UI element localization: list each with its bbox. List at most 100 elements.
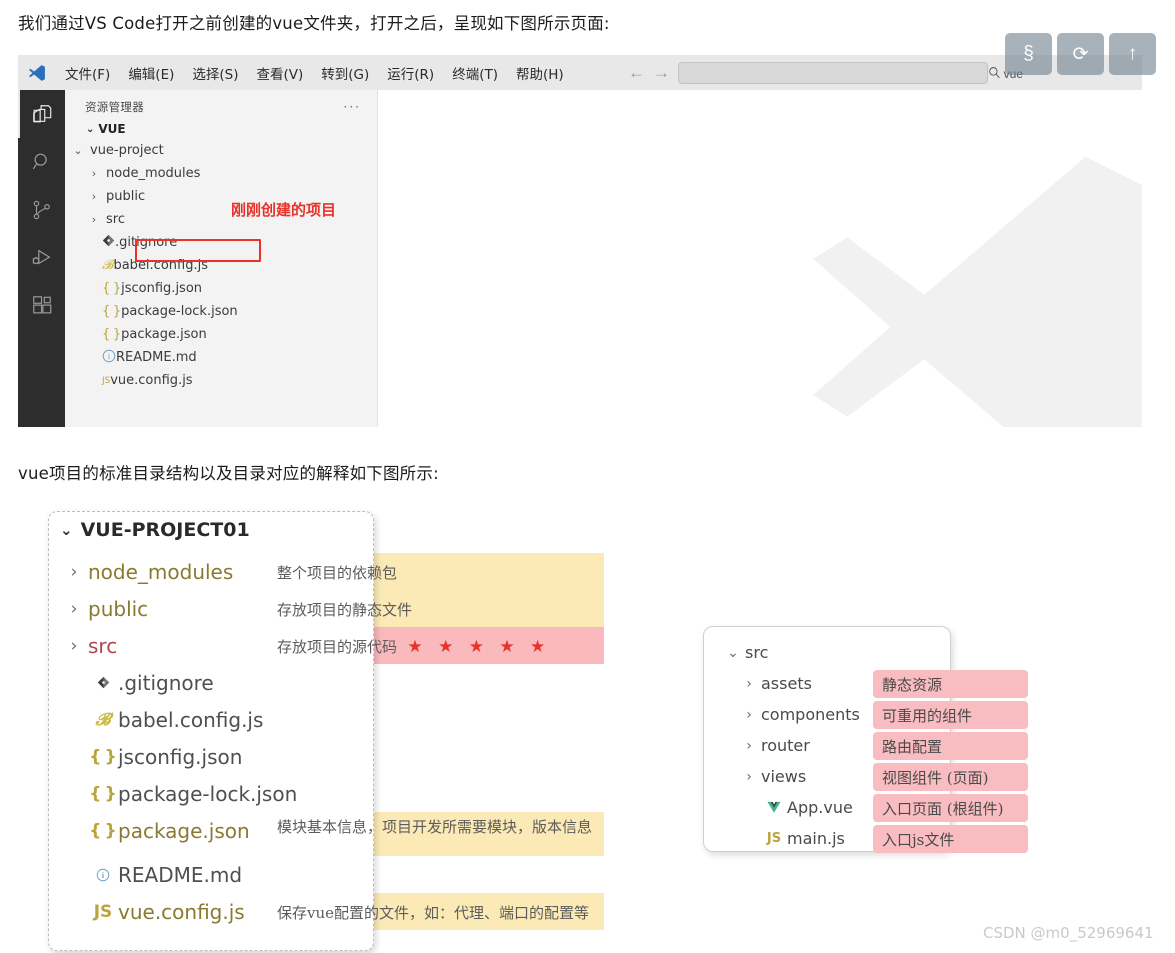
src-row[interactable]: JS main.js [721,823,845,854]
json-icon: { } [102,304,122,319]
directory-row[interactable]: › src [60,627,118,664]
menu-terminal[interactable]: 终端(T) [443,63,507,83]
directory-row[interactable]: { } package-lock.json [60,775,297,812]
vscode-logo-watermark [772,112,1142,427]
directory-row[interactable]: { } package.json [60,812,250,849]
tree-row-label: package-lock.json [121,304,238,319]
src-row-label: src [745,643,769,662]
directory-row-label: node_modules [88,559,234,584]
directory-row-label: public [88,596,149,621]
chevron-right-icon: › [91,213,97,226]
explorer-icon[interactable] [18,90,65,138]
directory-row[interactable]: .gitignore [60,664,214,701]
src-row-tag: 入口页面 (根组件) [873,794,1028,822]
directory-panel-title: ⌄ VUE-PROJECT01 [60,519,250,541]
section-button[interactable]: § [1005,33,1052,75]
vscode-window-screenshot: 文件(F) 编辑(E) 选择(S) 查看(V) 转到(G) 运行(R) 终端(T… [18,55,1142,427]
src-row[interactable]: › assets [721,668,812,699]
menu-run[interactable]: 运行(R) [378,63,443,83]
vue-icon [761,801,787,814]
menu-go[interactable]: 转到(G) [312,63,378,83]
explorer-title: 资源管理器 [85,100,144,114]
description-text: 整个项目的依赖包 [277,564,398,582]
tree-row[interactable]: 𝓑babel.config.js [65,254,377,277]
directory-row[interactable]: › public [60,590,149,627]
vscode-explorer-sidebar: 资源管理器 ··· ⌄ VUE ⌄ vue-project › node_module… [65,90,378,427]
src-row[interactable]: › views [721,761,806,792]
tree-row[interactable]: › node_modules [65,162,377,185]
tree-row[interactable]: .gitignore [65,231,377,254]
chevron-right-icon: › [746,737,752,754]
babel-icon: 𝓑 [95,709,111,730]
src-row-label: router [761,736,810,755]
src-row-label: assets [761,674,812,693]
src-row-tag: 视图组件 (页面) [873,763,1028,791]
menu-view[interactable]: 查看(V) [248,63,313,83]
directory-row-label: package-lock.json [118,781,298,806]
tree-row[interactable]: { } jsconfig.json [65,277,377,300]
chevron-right-icon: › [746,706,752,723]
source-control-icon[interactable] [18,186,65,234]
info-icon: i [88,868,118,882]
src-row[interactable]: › router [721,730,810,761]
search-icon[interactable] [18,138,65,186]
chevron-right-icon: › [746,768,752,785]
src-row-tag: 可重用的组件 [873,701,1028,729]
json-icon: { } [89,820,117,841]
explorer-root-folder[interactable]: ⌄ VUE [65,119,377,139]
src-row-label: views [761,767,807,786]
vscode-file-tree: ⌄ vue-project › node_modules › public › src .git… [65,139,377,392]
directory-row[interactable]: { } jsconfig.json [60,738,242,775]
tree-row[interactable]: ⌄ vue-project [65,139,377,162]
json-icon: { } [102,281,122,296]
directory-row[interactable]: 𝓑babel.config.js [60,701,264,738]
src-row[interactable]: ⌄ src [721,637,768,668]
refresh-button[interactable]: ⟳ [1057,33,1104,75]
js-icon: JS [93,901,113,922]
tree-row[interactable]: { } package.json [65,323,377,346]
svg-text:i: i [102,871,105,880]
tree-row-label: README.md [116,350,197,365]
back-arrow-icon[interactable]: ← [628,64,645,81]
explorer-more-icon[interactable]: ··· [344,100,361,114]
src-tag-text: 入口js文件 [882,830,955,849]
vscode-logo-icon [18,63,56,83]
menu-selection[interactable]: 选择(S) [183,63,247,83]
tree-row-label: babel.config.js [113,258,208,273]
tree-row[interactable]: { } package-lock.json [65,300,377,323]
vscode-menubar: 文件(F) 编辑(E) 选择(S) 查看(V) 转到(G) 运行(R) 终端(T… [18,55,1142,90]
tree-row-label: .gitignore [115,235,178,250]
scroll-top-button[interactable]: ↑ [1109,33,1156,75]
directory-row-label: jsconfig.json [118,744,243,769]
src-row-tag: 路由配置 [873,732,1028,760]
directory-row-label: .gitignore [118,670,214,695]
directory-row[interactable]: JS vue.config.js [60,893,245,930]
svg-text:i: i [108,352,111,361]
chevron-down-icon: ⌄ [86,123,95,135]
src-row[interactable]: › components [721,699,860,730]
directory-row-description: 模块基本信息，项目开发所需要模块，版本信息 [277,816,597,837]
description-text: 存放项目的源代码 [277,638,398,656]
command-center-input[interactable]: vue [678,61,1023,84]
chevron-right-icon: › [91,190,97,203]
menu-file[interactable]: 文件(F) [56,63,119,83]
src-row-label: App.vue [787,798,853,817]
src-structure-diagram: 静态资源 可重用的组件 路由配置 视图组件 (页面) 入口页面 (根组件) 入口js文件 … [703,626,1033,858]
json-icon: { } [102,327,122,342]
src-row-tag: 静态资源 [873,670,1028,698]
tree-row[interactable]: JS vue.config.js [65,369,377,392]
extensions-icon[interactable] [18,282,65,330]
chevron-down-icon: ⌄ [73,144,83,157]
menu-edit[interactable]: 编辑(E) [119,63,183,83]
src-row-label: components [761,705,860,724]
src-tag-text: 路由配置 [882,737,943,756]
forward-arrow-icon[interactable]: → [653,64,670,81]
directory-row[interactable]: i README.md [60,856,242,893]
chevron-right-icon: › [91,167,97,180]
menu-help[interactable]: 帮助(H) [507,63,573,83]
tree-row[interactable]: i README.md [65,346,377,369]
run-debug-icon[interactable] [18,234,65,282]
src-row[interactable]: App.vue [721,792,853,823]
directory-row-label: vue.config.js [118,899,245,924]
directory-row[interactable]: › node_modules [60,553,234,590]
